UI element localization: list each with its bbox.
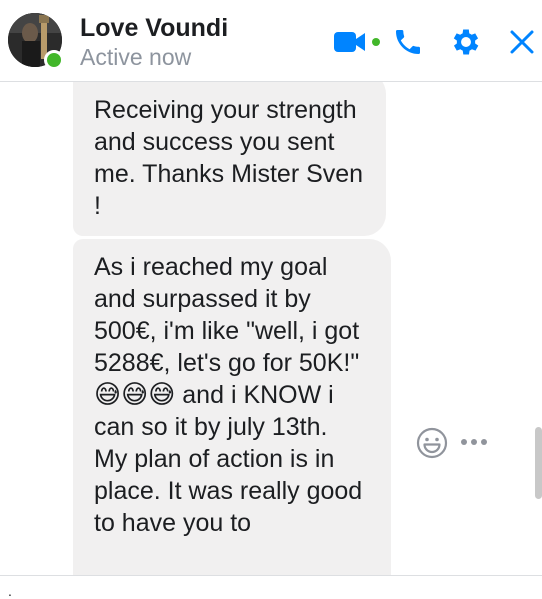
react-emoji-icon[interactable] [415, 426, 449, 460]
video-call-icon[interactable] [332, 25, 368, 59]
message-thread[interactable]: Receiving your strength and success you … [0, 82, 542, 575]
message-bubble[interactable]: Receiving your strength and success you … [73, 82, 386, 236]
gear-icon[interactable] [448, 25, 484, 59]
message-text: As i reached my goal and surpassed it by… [94, 253, 360, 377]
presence-indicator [44, 50, 64, 70]
phone-icon[interactable] [390, 25, 426, 59]
message-text: Receiving your strength and success you … [94, 96, 364, 220]
close-icon[interactable] [504, 25, 540, 59]
active-status: Active now [80, 44, 192, 70]
chat-header: Love Voundi Active now [0, 0, 542, 82]
scrollbar[interactable] [535, 427, 542, 499]
message-bubble[interactable]: As i reached my goal and surpassed it by… [73, 239, 391, 575]
grinning-sweat-emoji: 😅😅😅 [94, 380, 176, 410]
message-composer[interactable]: . [0, 575, 542, 598]
video-active-dot [372, 38, 380, 46]
composer-text: . [8, 583, 12, 599]
contact-name[interactable]: Love Voundi [80, 14, 228, 43]
more-options-icon[interactable] [459, 432, 491, 452]
message-text: My plan of action is in place. It was re… [94, 445, 363, 537]
